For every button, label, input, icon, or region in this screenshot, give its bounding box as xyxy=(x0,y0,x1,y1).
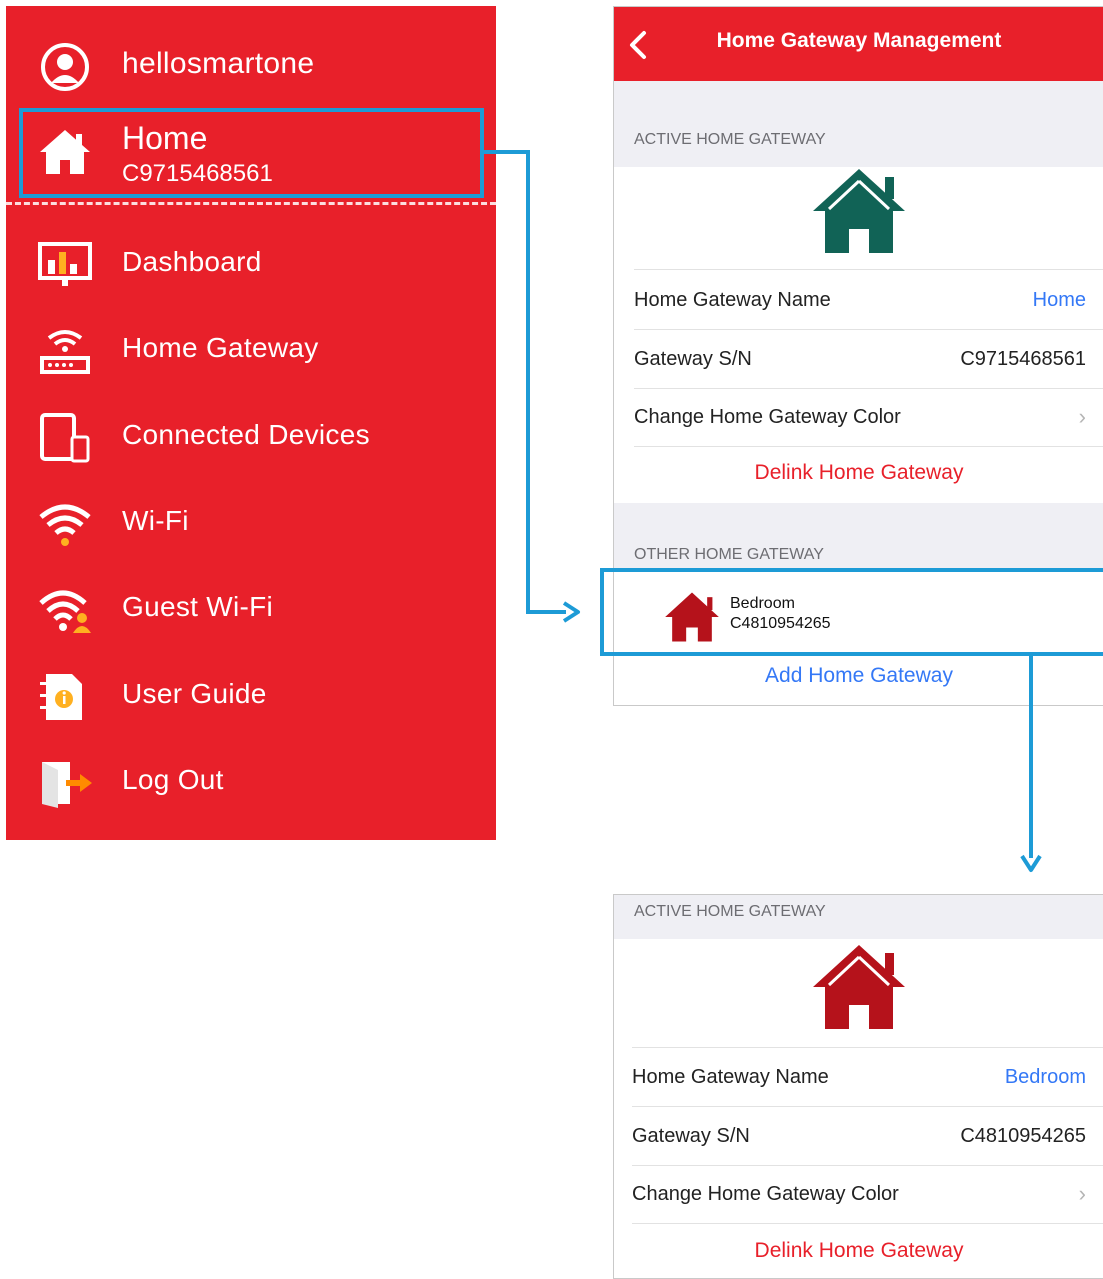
flow-arrows xyxy=(484,150,1042,872)
arrow-head-icon xyxy=(1020,854,1042,872)
arrow-line xyxy=(484,150,566,614)
arrow-head-icon xyxy=(562,601,580,623)
